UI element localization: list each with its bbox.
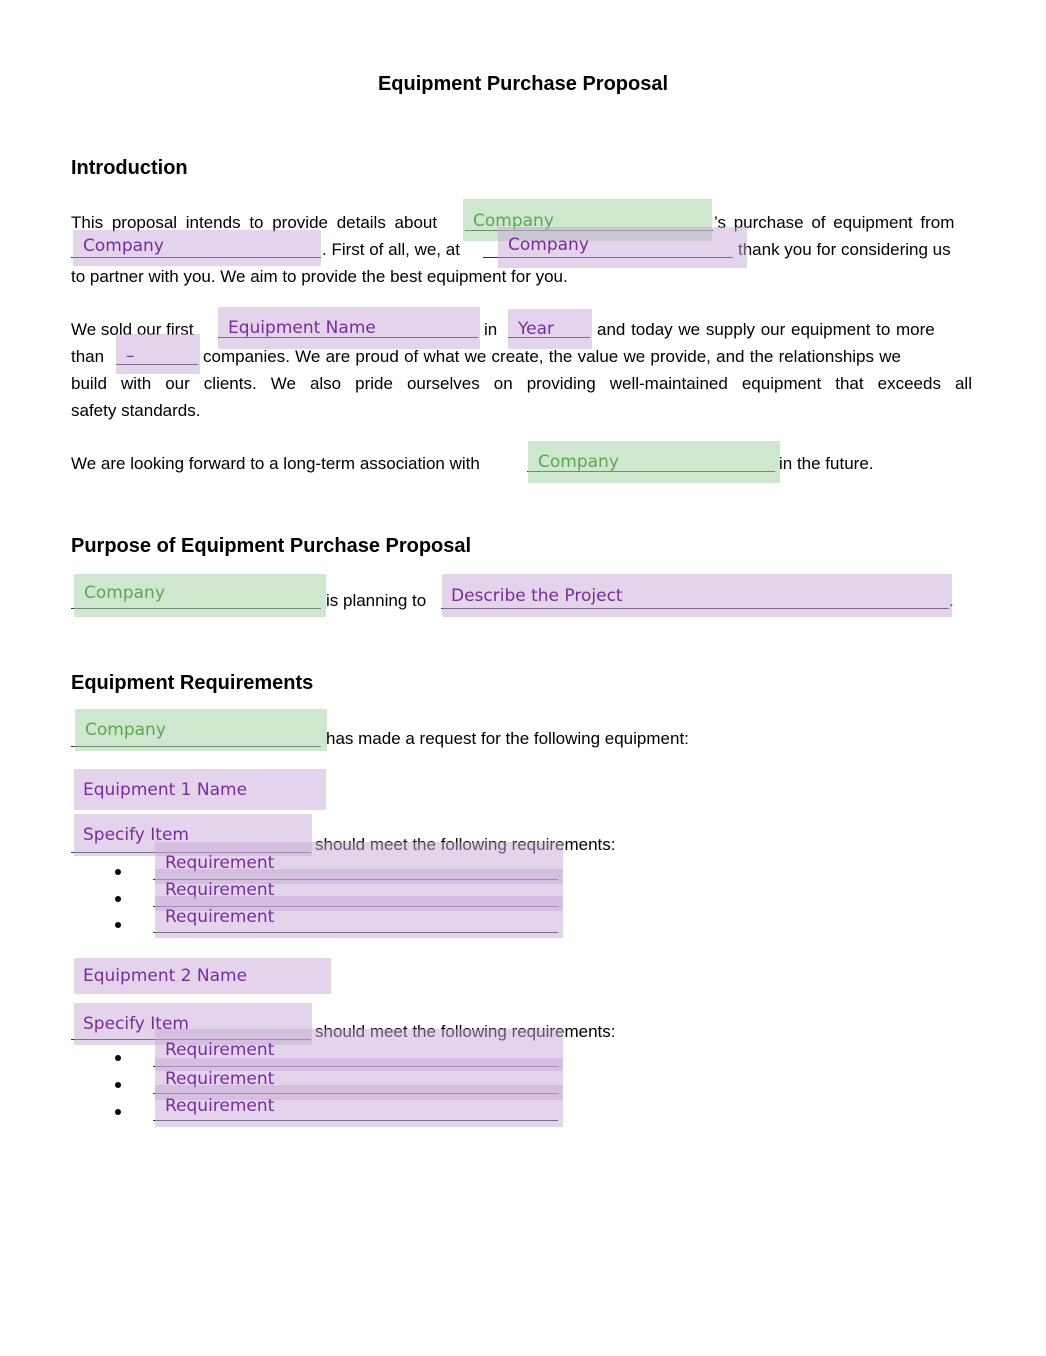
field-label: Requirement [165,1096,275,1116]
bullet-icon [115,896,121,902]
field-company-purpose[interactable]: Company [74,574,326,617]
requirements-intro: has made a request for the following equ… [326,729,689,748]
field-equipment-1-requirement-3[interactable]: Requirement [155,896,563,938]
intro-p3-a: We are looking forward to a long-term as… [71,454,480,473]
field-label: Requirement [165,907,275,927]
field-label: – [126,346,135,366]
intro-p2-line1-c: and today we supply our equipment to mor… [597,320,935,339]
field-label: Requirement [165,1040,275,1060]
field-company-vendor-2[interactable]: Company [498,227,747,268]
field-label: Equipment 1 Name [83,779,248,800]
field-equipment-1-name[interactable]: Equipment 1 Name [74,769,326,810]
field-label: Company [508,235,589,255]
intro-p1-line3: to partner with you. We aim to provide t… [71,267,568,286]
heading-purpose: Purpose of Equipment Purchase Proposal [71,535,472,557]
bullet-icon [115,922,121,928]
field-label: Describe the Project [451,585,623,606]
intro-p2-line3: build with our clients. We also pride ou… [71,374,972,393]
field-equipment-name[interactable]: Equipment Name [218,307,480,349]
field-company-future[interactable]: Company [528,441,780,483]
field-label: Company [85,720,166,740]
intro-p2-line2-a: than [71,347,105,366]
bullet-icon [115,1082,121,1088]
field-label: Company [84,583,165,603]
intro-p1-line1-b: ’s purchase of equipment from [714,213,955,232]
intro-p2-line1-b: in [484,320,498,339]
field-label: Year [518,319,554,339]
field-label: Company [83,236,164,256]
intro-p2-line2-b: companies. We are proud of what we creat… [203,347,901,366]
field-equipment-2-requirement-3[interactable]: Requirement [155,1085,563,1127]
field-label: Equipment Name [228,318,376,338]
purpose-text-a: is planning to [326,591,427,610]
intro-p1-line2-a: . First of all, we, at [322,240,460,259]
intro-p1-line2-b: thank you for considering us [738,240,951,259]
field-label: Company [538,452,619,472]
field-describe-project[interactable]: Describe the Project [442,574,952,617]
intro-p2-line4: safety standards. [71,401,201,420]
heading-introduction: Introduction [71,157,188,179]
bullet-icon [115,1109,121,1115]
field-company-count[interactable]: – [116,334,200,374]
intro-p3-b: in the future. [779,454,874,473]
field-company-request[interactable]: Company [75,709,327,751]
field-year[interactable]: Year [508,309,592,349]
document-title: Equipment Purchase Proposal [377,73,669,95]
bullet-icon [115,869,121,875]
field-equipment-2-name[interactable]: Equipment 2 Name [74,958,331,994]
bullet-icon [115,1055,121,1061]
field-label: Equipment 2 Name [83,966,248,986]
field-company-vendor[interactable]: Company [73,230,321,266]
heading-equipment-requirements: Equipment Requirements [71,672,314,694]
